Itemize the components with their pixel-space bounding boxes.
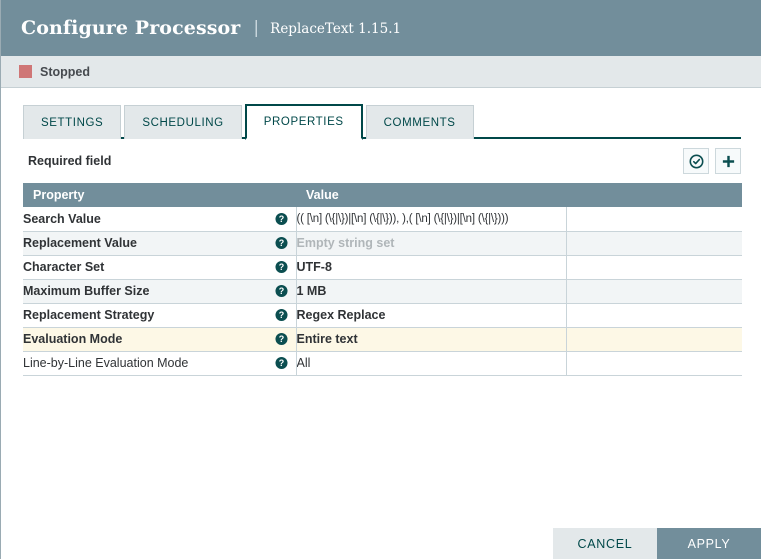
help-circle-icon[interactable]: ? xyxy=(274,308,288,322)
property-name-cell[interactable]: Line-by-Line Evaluation Mode ? xyxy=(23,351,297,376)
property-name-cell[interactable]: Maximum Buffer Size ? xyxy=(23,279,297,304)
processor-status-bar: Stopped xyxy=(1,56,761,88)
table-row[interactable]: Search Value ? (( [\n] (\{|\})|[\n] (\{|… xyxy=(23,207,742,232)
properties-table-head: Property Value xyxy=(23,183,742,207)
property-label: Evaluation Mode xyxy=(23,332,123,346)
tab-settings[interactable]: SETTINGS xyxy=(23,105,122,139)
dialog-title: Configure Processor xyxy=(21,17,241,39)
required-field-label: Required field xyxy=(28,154,112,168)
properties-toolbar: Required field xyxy=(23,139,741,183)
property-value-cell[interactable]: UTF-8 xyxy=(296,255,567,280)
property-extra-cell[interactable] xyxy=(566,327,742,352)
dialog-header: Configure Processor | ReplaceText 1.15.1 xyxy=(1,0,761,56)
table-row[interactable]: Evaluation Mode ? Entire text xyxy=(23,327,742,352)
property-name-cell[interactable]: Replacement Strategy ? xyxy=(23,303,297,328)
table-row[interactable]: Line-by-Line Evaluation Mode ? All xyxy=(23,351,742,376)
svg-text:?: ? xyxy=(278,334,283,344)
table-row[interactable]: Replacement Strategy ? Regex Replace xyxy=(23,303,742,328)
svg-text:?: ? xyxy=(278,262,283,272)
property-label: Character Set xyxy=(23,260,105,274)
tab-strip: SETTINGS SCHEDULING PROPERTIES COMMENTS xyxy=(1,104,761,140)
property-extra-cell[interactable] xyxy=(566,207,742,232)
property-value-cell[interactable]: All xyxy=(296,351,567,376)
property-label: Line-by-Line Evaluation Mode xyxy=(23,356,189,370)
svg-text:?: ? xyxy=(278,358,283,368)
plus-icon xyxy=(722,155,734,167)
property-name-cell[interactable]: Evaluation Mode ? xyxy=(23,327,297,352)
table-row[interactable]: Maximum Buffer Size ? 1 MB xyxy=(23,279,742,304)
dialog-footer: CANCEL APPLY xyxy=(1,528,761,559)
property-value-cell[interactable]: (( [\n] (\{|\})|[\n] (\{|\})), ),( [\n] … xyxy=(296,207,567,232)
column-header-value: Value xyxy=(296,183,566,207)
svg-text:?: ? xyxy=(278,286,283,296)
cancel-button[interactable]: CANCEL xyxy=(553,528,657,559)
property-value-cell[interactable]: Regex Replace xyxy=(296,303,567,328)
table-row[interactable]: Character Set ? UTF-8 xyxy=(23,255,742,280)
svg-text:?: ? xyxy=(278,310,283,320)
property-extra-cell[interactable] xyxy=(566,255,742,280)
property-name-cell[interactable]: Replacement Value ? xyxy=(23,231,297,256)
column-header-extra xyxy=(566,183,742,207)
property-value-cell[interactable]: 1 MB xyxy=(296,279,567,304)
svg-text:?: ? xyxy=(278,214,283,224)
property-extra-cell[interactable] xyxy=(566,351,742,376)
property-extra-cell[interactable] xyxy=(566,279,742,304)
tab-properties[interactable]: PROPERTIES xyxy=(244,104,363,140)
tab-comments[interactable]: COMMENTS xyxy=(365,105,474,139)
title-separator: | xyxy=(253,18,260,38)
property-extra-cell[interactable] xyxy=(566,231,742,256)
help-circle-icon[interactable]: ? xyxy=(274,236,288,250)
properties-table-body: Search Value ? (( [\n] (\{|\})|[\n] (\{|… xyxy=(23,207,742,376)
verify-properties-button[interactable] xyxy=(683,148,709,174)
column-header-property: Property xyxy=(23,183,296,207)
property-label: Replacement Strategy xyxy=(23,308,155,322)
properties-actions xyxy=(677,148,741,174)
property-value-cell[interactable]: Entire text xyxy=(296,327,567,352)
property-label: Search Value xyxy=(23,211,101,226)
status-label: Stopped xyxy=(40,64,90,79)
stopped-status-icon xyxy=(19,65,32,78)
apply-button[interactable]: APPLY xyxy=(657,528,761,559)
configure-processor-dialog: Configure Processor | ReplaceText 1.15.1… xyxy=(0,0,761,559)
property-label: Replacement Value xyxy=(23,236,137,250)
property-value-cell[interactable]: Empty string set xyxy=(296,231,567,256)
help-circle-icon[interactable]: ? xyxy=(274,332,288,346)
property-name-cell[interactable]: Character Set ? xyxy=(23,255,297,280)
check-circle-icon xyxy=(689,154,703,168)
table-header-row: Property Value xyxy=(23,183,742,207)
add-property-button[interactable] xyxy=(715,148,741,174)
help-circle-icon[interactable]: ? xyxy=(274,284,288,298)
processor-type-version: ReplaceText 1.15.1 xyxy=(270,21,402,37)
tab-scheduling[interactable]: SCHEDULING xyxy=(124,105,242,139)
svg-text:?: ? xyxy=(278,238,283,248)
help-circle-icon[interactable]: ? xyxy=(274,260,288,274)
properties-table: Property Value Search Value ? (( [\n] (\… xyxy=(23,183,742,376)
property-name-cell[interactable]: Search Value ? xyxy=(23,207,297,232)
property-extra-cell[interactable] xyxy=(566,303,742,328)
property-label: Maximum Buffer Size xyxy=(23,284,150,298)
help-circle-icon[interactable]: ? xyxy=(274,356,288,370)
table-row[interactable]: Replacement Value ? Empty string set xyxy=(23,231,742,256)
help-circle-icon[interactable]: ? xyxy=(274,212,288,225)
